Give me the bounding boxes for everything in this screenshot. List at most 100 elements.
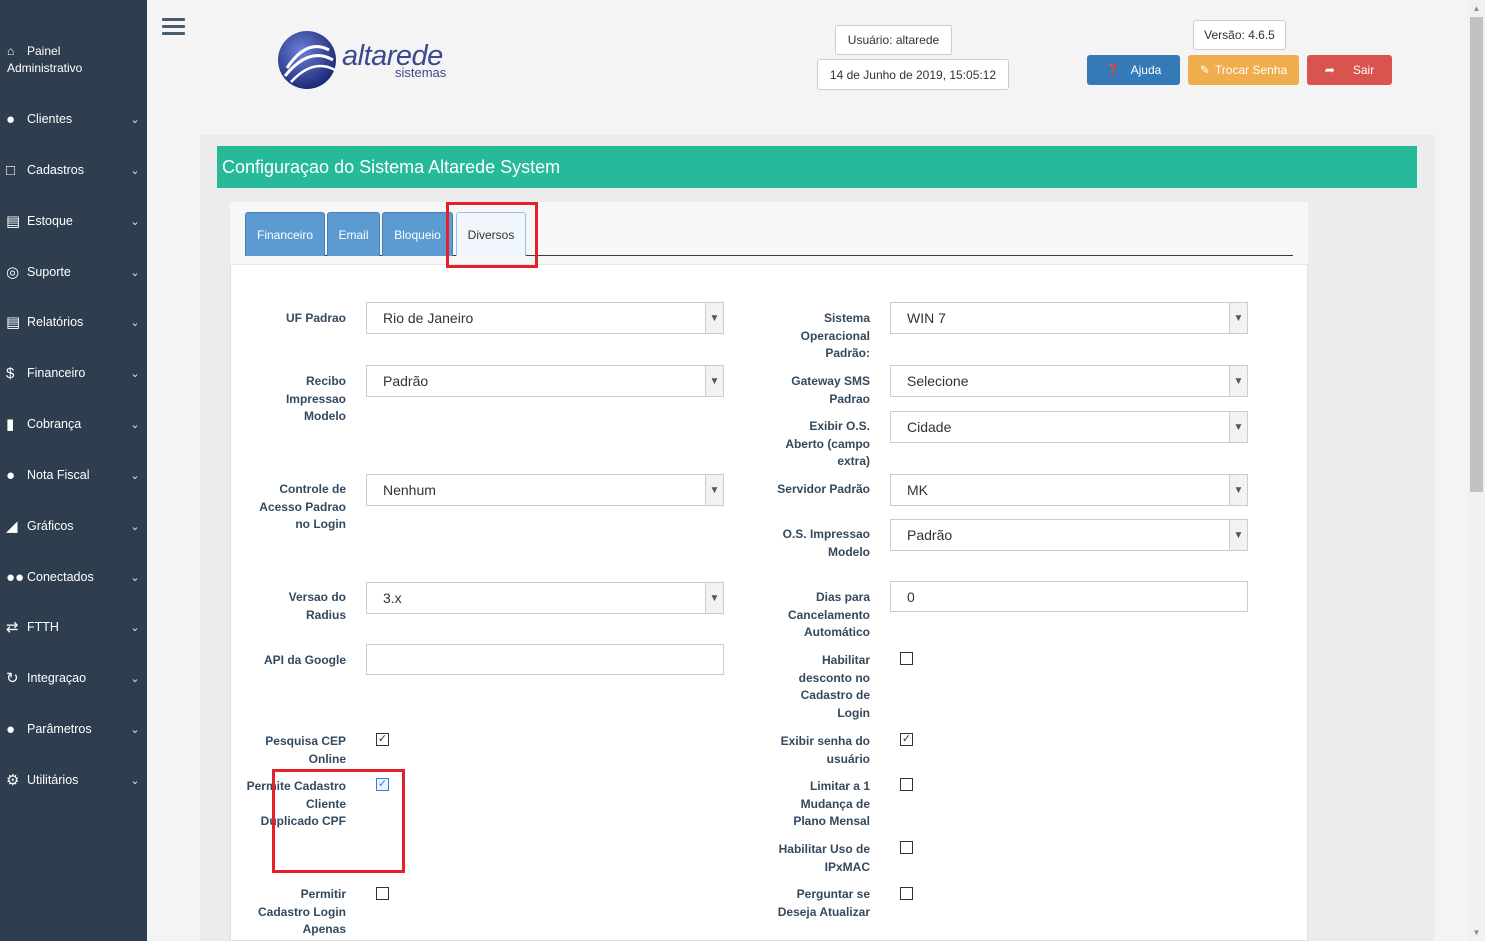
tab-email[interactable]: Email xyxy=(327,212,380,256)
chevron-down-icon: ⌄ xyxy=(130,367,140,380)
user-icon: ● xyxy=(6,466,16,484)
sidebar-item-estoque[interactable]: ▤ Estoque ⌄ xyxy=(0,209,147,233)
print-icon: ▤ xyxy=(6,314,21,331)
tab-bloqueio[interactable]: Bloqueio xyxy=(382,212,453,256)
sidebar-item-cadastros[interactable]: □ Cadastros ⌄ xyxy=(0,158,147,182)
menu-toggle-icon[interactable] xyxy=(162,18,185,38)
gears-icon: ⚙ xyxy=(6,772,20,789)
uf-padrao-select[interactable]: Rio de Janeiro ▼ xyxy=(366,302,724,334)
sidebar-item-conectados[interactable]: ●● Conectados ⌄ xyxy=(0,565,147,589)
help-button[interactable]: ❓ Ajuda xyxy=(1087,55,1180,85)
chevron-down-icon: ⌄ xyxy=(130,571,140,584)
sidebar-brand[interactable]: ⌂ Painel Administrativo xyxy=(7,43,82,77)
scroll-up-icon[interactable]: ▲ xyxy=(1468,0,1485,17)
user-icon: ● xyxy=(6,110,16,128)
chevron-down-icon: ▼ xyxy=(1229,303,1247,333)
perguntar-atualizar-checkbox[interactable] xyxy=(900,887,913,900)
label-os-impressao: O.S. Impressao Modelo xyxy=(782,527,870,559)
gateway-sms-select[interactable]: Selecione ▼ xyxy=(890,365,1248,397)
exibir-senha-checkbox[interactable]: ✓ xyxy=(900,733,913,746)
sidebar: ⌂ Painel Administrativo ● Clientes ⌄ □ Cadas… xyxy=(0,0,147,941)
sidebar-item-label: Parâmetros xyxy=(27,722,92,736)
chevron-down-icon: ▼ xyxy=(705,475,723,505)
sidebar-item-clientes[interactable]: ● Clientes ⌄ xyxy=(0,107,147,131)
scrollbar-thumb[interactable] xyxy=(1470,17,1483,492)
chevron-down-icon: ⌄ xyxy=(130,316,140,329)
scroll-down-icon[interactable]: ▼ xyxy=(1468,924,1485,941)
versao-radius-select[interactable]: 3.x ▼ xyxy=(366,582,724,614)
highlight-permite-cpf xyxy=(272,769,405,873)
recibo-value: Padrão xyxy=(383,373,429,389)
sidebar-item-utilitarios[interactable]: ⚙ Utilitários ⌄ xyxy=(0,768,147,792)
page-scrollbar[interactable]: ▲ ▼ xyxy=(1468,0,1485,941)
label-servidor: Servidor Padrão xyxy=(777,482,870,496)
chevron-down-icon: ▼ xyxy=(1229,366,1247,396)
sidebar-item-ftth[interactable]: ⇄ FTTH ⌄ xyxy=(0,615,147,639)
dias-cancelamento-input[interactable]: 0 xyxy=(890,581,1248,612)
chevron-down-icon: ⌄ xyxy=(130,215,140,228)
chevron-down-icon: ⌄ xyxy=(130,672,140,685)
label-permitir-login: Permitir Cadastro Login Apenas xyxy=(257,887,346,937)
user-icon: ● xyxy=(6,720,16,738)
pesquisa-cep-checkbox[interactable]: ✓ xyxy=(376,733,389,746)
sidebar-item-label: Clientes xyxy=(27,112,73,126)
user-label: Usuário: altarede xyxy=(835,25,952,55)
sidebar-item-graficos[interactable]: ◢ Gráficos ⌄ xyxy=(0,514,147,538)
limitar-mudanca-checkbox[interactable] xyxy=(900,778,913,791)
sidebar-item-parametros[interactable]: ● Parâmetros ⌄ xyxy=(0,717,147,741)
exibir-os-select[interactable]: Cidade ▼ xyxy=(890,411,1248,443)
servidor-select[interactable]: MK ▼ xyxy=(890,474,1248,506)
recibo-select[interactable]: Padrão ▼ xyxy=(366,365,724,397)
datetime-label: 14 de Junho de 2019, 15:05:12 xyxy=(817,59,1009,90)
habilitar-ipxmac-checkbox[interactable] xyxy=(900,841,913,854)
shuffle-icon: ⇄ xyxy=(6,619,19,636)
sidebar-item-suporte[interactable]: ◎ Suporte ⌄ xyxy=(0,260,147,284)
logo-subtext: sistemas xyxy=(395,65,447,80)
label-api-google: API da Google xyxy=(263,653,346,667)
controle-acesso-value: Nenhum xyxy=(383,482,436,498)
folder-icon: □ xyxy=(6,161,16,179)
lifebuoy-icon: ◎ xyxy=(6,264,20,281)
chevron-down-icon: ⌄ xyxy=(130,164,140,177)
sidebar-item-financeiro[interactable]: $ Financeiro ⌄ xyxy=(0,361,147,385)
sidebar-item-cobranca[interactable]: ▮​ Cobrança ⌄ xyxy=(0,412,147,436)
label-habilitar-desconto: Habilitar desconto no Cadastro de Login xyxy=(798,653,870,721)
sidebar-item-relatorios[interactable]: ▤ Relatórios ⌄ xyxy=(0,310,147,334)
help-label: Ajuda xyxy=(1130,63,1162,77)
gateway-sms-value: Selecione xyxy=(907,373,969,389)
sidebar-item-nota-fiscal[interactable]: ● Nota Fiscal ⌄ xyxy=(0,463,147,487)
os-impressao-value: Padrão xyxy=(907,527,953,543)
sidebar-item-label: Integraçao xyxy=(27,671,87,685)
chevron-down-icon: ⌄ xyxy=(130,774,140,787)
label-controle-acesso: Controle de Acesso Padrao no Login xyxy=(259,482,346,532)
chevron-down-icon: ▼ xyxy=(1229,475,1247,505)
edit-icon: ✎ xyxy=(1199,63,1210,77)
label-recibo: Recibo Impressao Modelo xyxy=(285,374,346,424)
chevron-down-icon: ⌄ xyxy=(130,113,140,126)
sidebar-item-label: Nota Fiscal xyxy=(27,468,90,482)
chevron-down-icon: ⌄ xyxy=(130,418,140,431)
label-exibir-os: Exibir O.S. Aberto (campo extra) xyxy=(785,419,870,469)
barcode-icon: ▮​ xyxy=(6,416,15,433)
logout-button[interactable]: ➦ Sair xyxy=(1307,55,1392,85)
api-google-input[interactable] xyxy=(366,644,724,675)
os-impressao-select[interactable]: Padrão ▼ xyxy=(890,519,1248,551)
sidebar-item-integracao[interactable]: ↻ Integraçao ⌄ xyxy=(0,666,147,690)
servidor-value: MK xyxy=(907,482,928,498)
sistema-operacional-value: WIN 7 xyxy=(907,310,946,326)
share-arrow-icon: ➦ xyxy=(1324,63,1335,77)
tab-financeiro[interactable]: Financeiro xyxy=(245,212,325,256)
print-icon: ▤ xyxy=(6,213,21,230)
habilitar-desconto-checkbox[interactable] xyxy=(900,652,913,665)
label-gateway-sms: Gateway SMS Padrao xyxy=(791,374,870,406)
versao-radius-value: 3.x xyxy=(383,590,402,606)
label-versao-radius: Versao do Radius xyxy=(288,590,346,622)
logout-label: Sair xyxy=(1352,63,1375,77)
controle-acesso-select[interactable]: Nenhum ▼ xyxy=(366,474,724,506)
chevron-down-icon: ⌄ xyxy=(130,469,140,482)
permitir-login-checkbox[interactable] xyxy=(376,887,389,900)
sidebar-item-label: Estoque xyxy=(27,214,73,228)
sistema-operacional-select[interactable]: WIN 7 ▼ xyxy=(890,302,1248,334)
change-password-button[interactable]: ✎ Trocar Senha xyxy=(1188,55,1299,85)
chevron-down-icon: ⌄ xyxy=(130,723,140,736)
